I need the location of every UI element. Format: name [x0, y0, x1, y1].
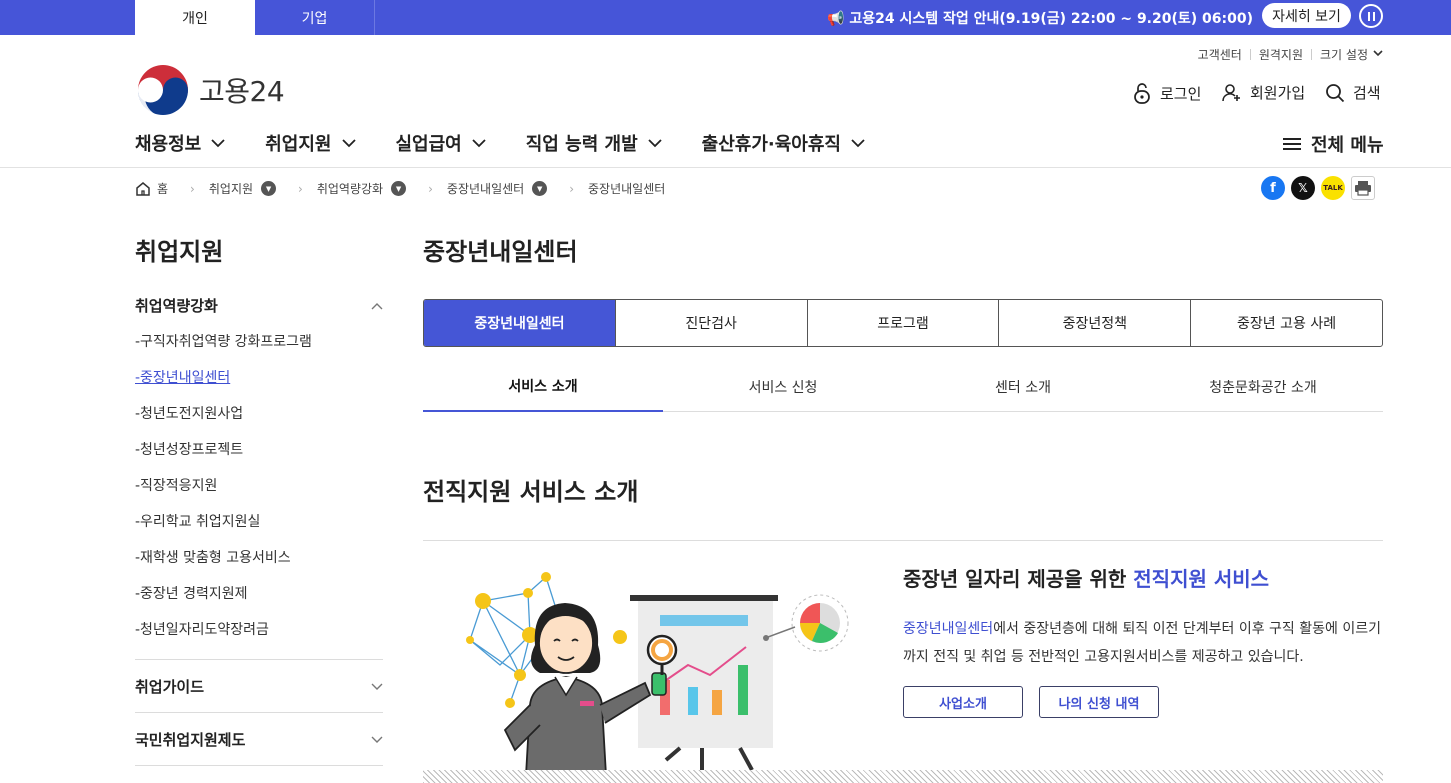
tab-program[interactable]: 프로그램: [806, 300, 999, 346]
subtab-service-apply[interactable]: 서비스 신청: [663, 366, 903, 411]
nav-job-info[interactable]: 채용정보: [135, 130, 225, 156]
my-application-button[interactable]: 나의 신청 내역: [1039, 686, 1159, 718]
breadcrumb-current: 중장년내일센터: [588, 182, 666, 196]
primary-tabs: 중장년내일센터 진단검사 프로그램 중장년정책 중장년 고용 사례: [423, 299, 1383, 347]
hamburger-icon: [1283, 135, 1301, 153]
chevron-down-icon: [341, 138, 356, 147]
nav-unemployment-benefit[interactable]: 실업급여: [396, 130, 486, 156]
print-icon[interactable]: [1351, 176, 1375, 200]
sidebar-divider: [135, 765, 383, 766]
section-title: 전직지원 서비스 소개: [423, 478, 639, 506]
customer-center-link[interactable]: 고객센터: [1198, 46, 1242, 63]
sidebar-sub-item[interactable]: -청년성장프로젝트: [135, 439, 243, 459]
divider: [1311, 49, 1313, 60]
secondary-tabs: 서비스 소개 서비스 신청 센터 소개 청춘문화공간 소개: [423, 366, 1383, 412]
sidebar-group-national[interactable]: 국민취업지원제도: [135, 729, 383, 750]
system-notice[interactable]: 📢 고용24 시스템 작업 안내(9.19(금) 22:00 ~ 9.20(토)…: [827, 0, 1253, 35]
chevron-down-icon: [1373, 49, 1383, 60]
sidebar-sub-item[interactable]: -직장적응지원: [135, 475, 217, 495]
all-menu-button[interactable]: 전체 메뉴: [1283, 131, 1384, 157]
chevron-right-icon: ›: [190, 181, 195, 196]
business-intro-button[interactable]: 사업소개: [903, 686, 1023, 718]
chevron-right-icon: ›: [298, 181, 303, 196]
breadcrumb-item[interactable]: 중장년내일센터: [447, 180, 524, 197]
sidebar-title: 취업지원: [135, 238, 224, 266]
dropdown-icon[interactable]: ▼: [532, 181, 548, 196]
tab-diagnosis[interactable]: 진단검사: [614, 300, 807, 346]
dropdown-icon[interactable]: ▼: [391, 181, 407, 196]
kakaotalk-icon[interactable]: TALK: [1321, 176, 1345, 200]
chevron-up-icon: [371, 302, 383, 309]
breadcrumb-item[interactable]: 취업지원: [209, 180, 253, 197]
login-label: 로그인: [1160, 84, 1202, 103]
font-size-setting[interactable]: 크기 설정: [1320, 46, 1368, 63]
join-label: 회원가입: [1250, 84, 1306, 102]
service-heading: 중장년 일자리 제공을 위한 전직지원 서비스: [903, 567, 1270, 591]
main-nav: 채용정보 취업지원 실업급여 직업 능력 개발 출산휴가·육아휴직: [135, 130, 905, 156]
nav-employment-support[interactable]: 취업지원: [265, 130, 356, 156]
chevron-right-icon: ›: [569, 181, 574, 196]
breadcrumb-item[interactable]: 취업역량강화: [317, 180, 383, 197]
nav-maternity-leave[interactable]: 출산휴가·육아휴직: [702, 130, 865, 156]
subtab-culture-space[interactable]: 청춘문화공간 소개: [1143, 366, 1383, 411]
sidebar-sub-item[interactable]: -청년일자리도약장려금: [135, 619, 269, 639]
search-label: 검색: [1353, 84, 1381, 102]
lock-icon: [1134, 83, 1150, 104]
sidebar-divider: [135, 659, 383, 660]
chevron-down-icon: [648, 138, 662, 147]
chevron-right-icon: ›: [428, 181, 433, 196]
decorative-stripe: [423, 770, 1383, 783]
nav-skill-development[interactable]: 직업 능력 개발: [526, 130, 662, 156]
sidebar-group-guide[interactable]: 취업가이드: [135, 676, 383, 697]
presenter-illustration: [466, 572, 849, 775]
x-icon[interactable]: 𝕏: [1291, 176, 1315, 200]
sidebar-sub-item-active[interactable]: -중장년내일센터: [135, 367, 230, 387]
chevron-down-icon: [371, 683, 383, 690]
sidebar-divider: [135, 712, 383, 713]
chevron-down-icon: [472, 138, 486, 147]
subtab-service-intro[interactable]: 서비스 소개: [423, 366, 663, 412]
share-bar: f 𝕏 TALK: [1261, 176, 1381, 200]
divider: [1249, 49, 1251, 60]
site-logo[interactable]: 고용24: [137, 64, 285, 116]
sidebar-sub-item[interactable]: -우리학교 취업지원실: [135, 511, 260, 531]
home-icon[interactable]: [135, 181, 151, 197]
sidebar-sub-item[interactable]: -재학생 맞춤형 고용서비스: [135, 547, 291, 567]
search-icon: [1326, 83, 1345, 102]
taegeuk-logo-icon: [137, 65, 188, 115]
remote-support-link[interactable]: 원격지원: [1259, 46, 1303, 63]
facebook-icon[interactable]: f: [1261, 176, 1285, 200]
dropdown-icon[interactable]: ▼: [261, 181, 277, 196]
login-link[interactable]: 로그인: [1132, 82, 1201, 104]
tab-corporate[interactable]: 기업: [255, 0, 375, 35]
tab-personal[interactable]: 개인: [135, 0, 255, 35]
tab-policy[interactable]: 중장년정책: [998, 300, 1190, 346]
sidebar-sub-item[interactable]: -청년도전지원사업: [135, 403, 243, 423]
tab-cases[interactable]: 중장년 고용 사례: [1190, 300, 1382, 346]
chevron-down-icon: [851, 138, 865, 147]
sidebar-group-capability[interactable]: 취업역량강화: [135, 295, 383, 316]
sidebar-sub-item[interactable]: -중장년 경력지원제: [135, 583, 248, 603]
section-divider: [423, 540, 1383, 541]
subtab-center-intro[interactable]: 센터 소개: [903, 366, 1143, 411]
logo-text: 고용24: [199, 75, 285, 108]
pause-icon: [1367, 11, 1370, 21]
service-description: 중장년내일센터에서 중장년층에 대해 퇴직 이전 단계부터 이후 구직 활동에 …: [903, 621, 1381, 665]
page-title: 중장년내일센터: [423, 238, 578, 266]
search-link[interactable]: 검색: [1325, 82, 1381, 103]
breadcrumb: 홈 › 취업지원 ▼ › 취업역량강화 ▼ › 중장년내일센터 ▼ › 중장년내…: [135, 180, 665, 197]
utility-links: 고객센터 원격지원 크기 설정: [1198, 46, 1383, 63]
chevron-down-icon: [211, 138, 225, 147]
add-user-icon: [1222, 83, 1240, 101]
header-divider: [0, 167, 1451, 168]
top-bar: 개인 기업 📢 고용24 시스템 작업 안내(9.19(금) 22:00 ~ 9…: [0, 0, 1451, 35]
tab-center[interactable]: 중장년내일센터: [424, 300, 615, 346]
join-link[interactable]: 회원가입: [1222, 82, 1305, 103]
chevron-down-icon: [371, 736, 383, 743]
detail-button[interactable]: 자세히 보기: [1262, 3, 1351, 28]
breadcrumb-home[interactable]: 홈: [157, 180, 168, 197]
pause-button[interactable]: [1359, 4, 1383, 28]
sidebar-sub-item[interactable]: -구직자취업역량 강화프로그램: [135, 331, 312, 351]
